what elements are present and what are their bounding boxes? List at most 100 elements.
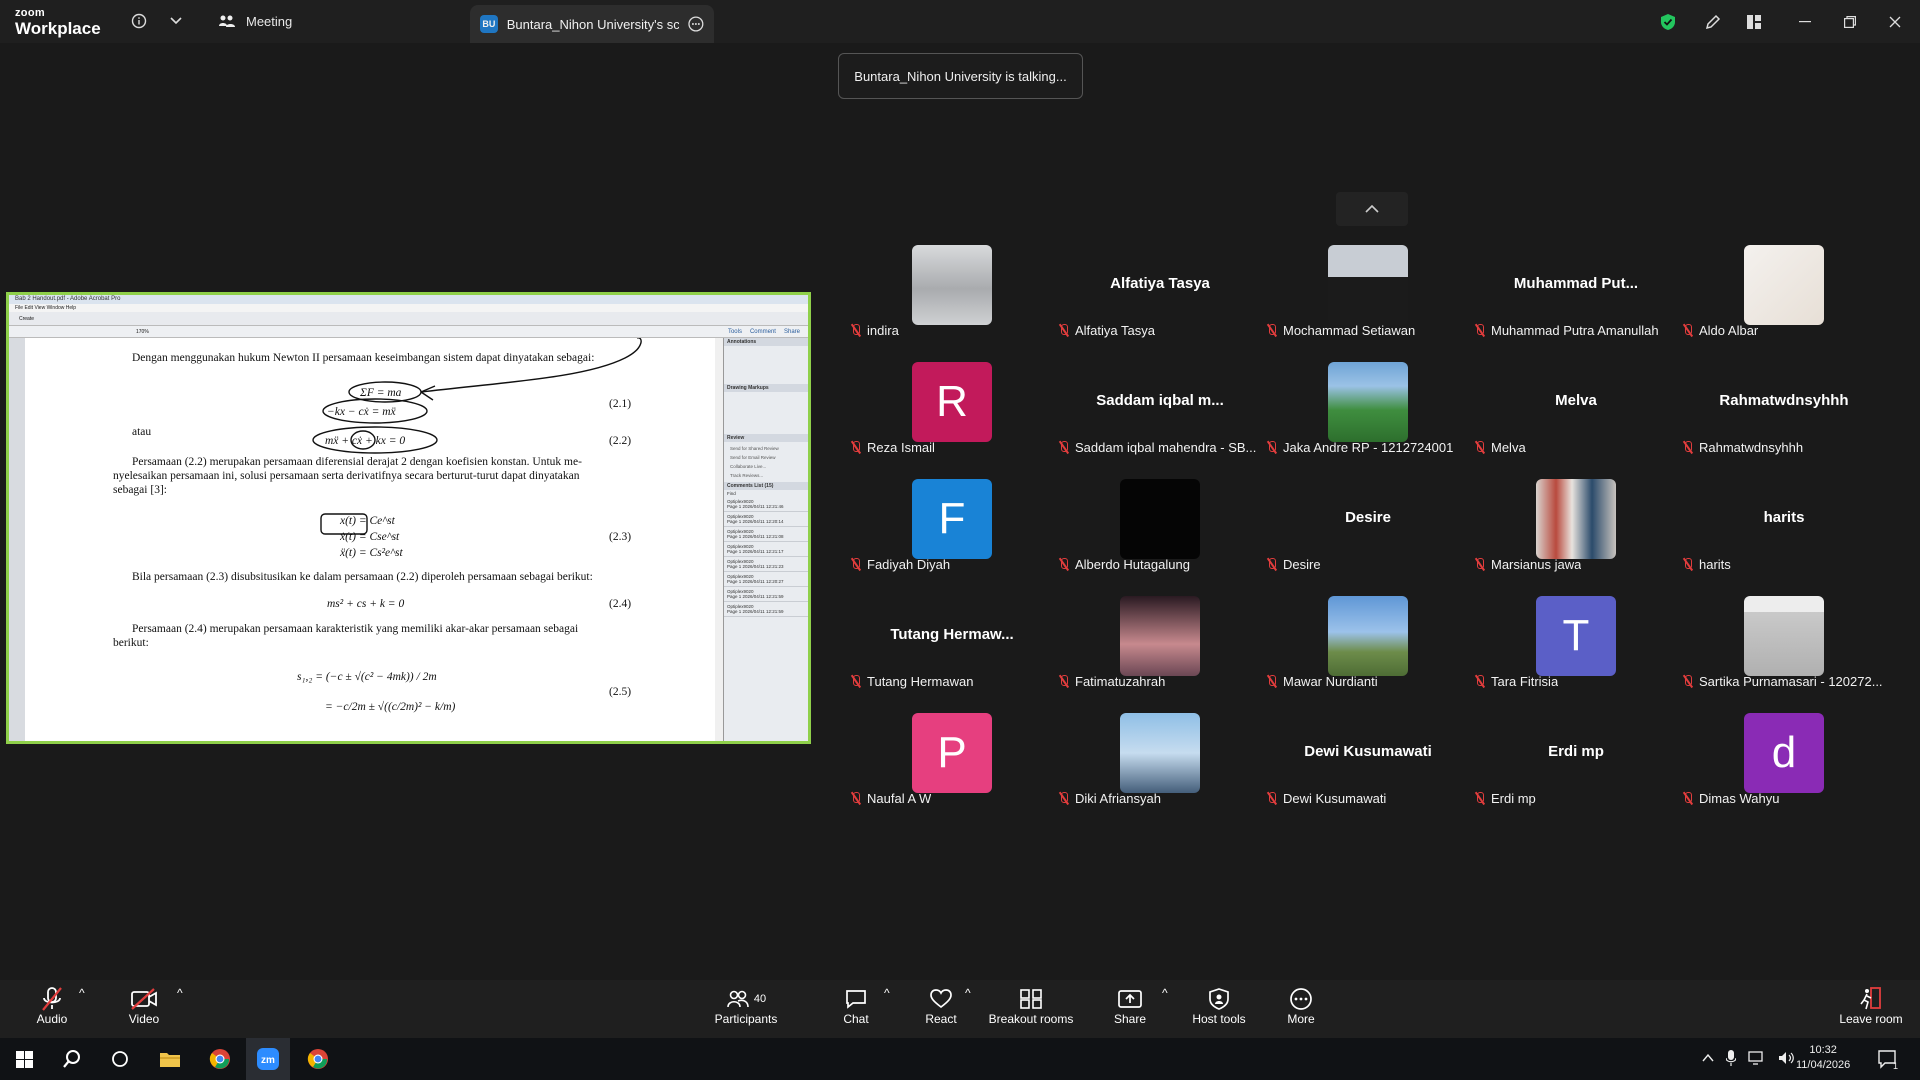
participant-tile[interactable]: Mawar Nurdianti (1264, 596, 1472, 713)
create-button[interactable]: Create (19, 316, 34, 322)
tray-chevron-up-icon[interactable] (1702, 1053, 1714, 1065)
close-icon[interactable] (1883, 10, 1907, 34)
mic-muted-icon (1682, 558, 1694, 571)
notifications-icon[interactable]: 1 (1866, 1038, 1910, 1080)
review-item[interactable]: Collaborate Live... (730, 462, 805, 471)
drawing-markups-tools[interactable] (724, 392, 808, 434)
react-button[interactable]: React (924, 986, 958, 1026)
review-header[interactable]: Review (724, 434, 808, 442)
comment-row[interactable]: Optiplex9020 Page 1 2026/04/11 12:20:27 (724, 572, 808, 587)
participant-tile[interactable]: Tutang Hermaw... Tutang Hermawan (848, 596, 1056, 713)
more-button[interactable]: More (1285, 986, 1317, 1026)
share-options-caret[interactable]: ^ (1162, 986, 1168, 1000)
comment-meta: Page 1 2026/04/11 12:21:08 (727, 534, 784, 539)
leave-room-button[interactable]: Leave room (1838, 986, 1904, 1026)
audio-button[interactable]: Audio (34, 986, 70, 1026)
tray-microphone-icon[interactable] (1725, 1049, 1737, 1069)
comment-row[interactable]: Optiplex9020 Page 1 2026/04/11 12:20:14 (724, 512, 808, 527)
file-explorer-icon[interactable] (148, 1038, 192, 1080)
comments-list-header[interactable]: Comments List (15) (724, 482, 808, 490)
participant-tile[interactable]: indira (848, 245, 1056, 362)
comment-row[interactable]: Optiplex9020 Page 1 2026/04/11 12:21:59 (724, 602, 808, 617)
comment-row[interactable]: Optiplex9020 Page 1 2026/04/11 12:21:08 (724, 527, 808, 542)
comment-row[interactable]: Optiplex9020 Page 1 2026/04/11 12:21:17 (724, 542, 808, 557)
security-shield-icon[interactable] (1656, 10, 1680, 34)
participant-name-label: Jaka Andre RP - 1212724001 (1266, 440, 1453, 455)
chrome-icon[interactable] (198, 1038, 242, 1080)
comment-row[interactable]: Optiplex9020 Page 1 2026/04/11 12:21:46 (724, 497, 808, 512)
windows-start-icon[interactable] (2, 1038, 46, 1080)
review-item[interactable]: Track Reviews... (730, 471, 805, 480)
audio-options-caret[interactable]: ^ (79, 986, 85, 1000)
participant-tile[interactable]: Sartika Purnamasari - 120272... (1680, 596, 1888, 713)
participant-tile[interactable]: Alfatiya Tasya Alfatiya Tasya (1056, 245, 1264, 362)
layout-icon[interactable] (1742, 10, 1766, 34)
search-icon[interactable] (50, 1038, 94, 1080)
mic-muted-icon (1682, 792, 1694, 805)
participant-name: Erdi mp (1491, 791, 1536, 806)
pane-comment[interactable]: Comment (750, 326, 776, 337)
participant-tile[interactable]: Desire Desire (1264, 479, 1472, 596)
pane-share[interactable]: Share (784, 326, 800, 337)
zoom-field[interactable]: 170% (136, 326, 149, 338)
comment-row[interactable]: Optiplex9020 Page 1 2026/04/11 12:21:23 (724, 557, 808, 572)
review-item[interactable]: Send for Email Review (730, 453, 805, 462)
taskbar-clock[interactable]: 10:32 11/04/2026 (1796, 1043, 1850, 1073)
comment-row[interactable]: Optiplex9020 Page 1 2026/04/11 12:21:59 (724, 587, 808, 602)
participants-button[interactable]: 40 Participants (712, 986, 780, 1026)
chevron-down-icon[interactable] (165, 10, 187, 32)
participant-tile[interactable]: Dewi Kusumawati Dewi Kusumawati (1264, 713, 1472, 830)
tray-volume-icon[interactable] (1778, 1051, 1796, 1068)
review-item[interactable]: Send for Shared Review (730, 444, 805, 453)
video-options-caret[interactable]: ^ (177, 986, 183, 1000)
react-options-caret[interactable]: ^ (965, 986, 971, 1000)
participant-name-label: Aldo Albar (1682, 323, 1758, 338)
mic-muted-icon (850, 792, 862, 805)
pane-tools[interactable]: Tools (728, 326, 742, 337)
participant-tile[interactable]: Diki Afriansyah (1056, 713, 1264, 830)
participant-tile[interactable]: T Tara Fitrisia (1472, 596, 1680, 713)
annotations-header[interactable]: Annotations (724, 338, 808, 346)
annotate-pencil-icon[interactable] (1701, 10, 1725, 34)
participant-tile[interactable]: Marsianus jawa (1472, 479, 1680, 596)
zoom-taskbar-icon[interactable]: zm (246, 1038, 290, 1080)
host-tools-button[interactable]: Host tools (1191, 986, 1247, 1026)
participant-tile[interactable]: Alberdo Hutagalung (1056, 479, 1264, 596)
comments-find-input[interactable]: Find (724, 490, 808, 497)
participant-tile[interactable]: Jaka Andre RP - 1212724001 (1264, 362, 1472, 479)
video-button[interactable]: Video (126, 986, 162, 1026)
participant-avatar (1120, 596, 1200, 676)
review-list[interactable]: Send for Shared Review Send for Email Re… (724, 442, 808, 482)
participant-tile[interactable]: Melva Melva (1472, 362, 1680, 479)
restore-icon[interactable] (1838, 10, 1862, 34)
participant-tile[interactable]: harits harits (1680, 479, 1888, 596)
task-view-icon[interactable] (98, 1038, 142, 1080)
tab-shared-screen[interactable]: BU Buntara_Nihon University's screen (470, 5, 714, 43)
info-icon[interactable] (128, 10, 150, 32)
participant-tile[interactable]: Rahmatwdnsyhhh Rahmatwdnsyhhh (1680, 362, 1888, 479)
drawing-markups-header[interactable]: Drawing Markups (724, 384, 808, 392)
participant-tile[interactable]: d Dimas Wahyu (1680, 713, 1888, 830)
chrome-profile-icon[interactable] (296, 1038, 340, 1080)
participant-tile[interactable]: Muhammad Put... Muhammad Putra Amanullah (1472, 245, 1680, 362)
tray-network-icon[interactable] (1748, 1050, 1766, 1068)
participant-tile[interactable]: Saddam iqbal m... Saddam iqbal mahendra -… (1056, 362, 1264, 479)
gallery-prev-page-button[interactable] (1336, 192, 1408, 226)
participant-tile[interactable]: P Naufal A W (848, 713, 1056, 830)
chat-options-caret[interactable]: ^ (884, 986, 890, 1000)
minimize-icon[interactable] (1793, 10, 1817, 34)
chat-button[interactable]: Chat (839, 986, 873, 1026)
participant-tile[interactable]: F Fadiyah Diyah (848, 479, 1056, 596)
participant-tile[interactable]: Fatimatuzahrah (1056, 596, 1264, 713)
share-button[interactable]: Share (1113, 986, 1147, 1026)
acrobat-comment-pane[interactable]: Annotations Drawing Markups Review Send … (723, 338, 808, 741)
participant-tile[interactable]: R Reza Ismail (848, 362, 1056, 479)
participant-tile[interactable]: Mochammad Setiawan (1264, 245, 1472, 362)
more-options-icon[interactable] (688, 16, 704, 32)
breakout-rooms-button[interactable]: Breakout rooms (988, 986, 1074, 1026)
tab-meeting[interactable]: Meeting (218, 0, 292, 43)
participant-tile[interactable]: Erdi mp Erdi mp (1472, 713, 1680, 830)
shared-screen[interactable]: Bab 2 Handout.pdf - Adobe Acrobat Pro Fi… (6, 292, 811, 744)
participant-tile[interactable]: Aldo Albar (1680, 245, 1888, 362)
annotations-tools[interactable] (724, 346, 808, 384)
